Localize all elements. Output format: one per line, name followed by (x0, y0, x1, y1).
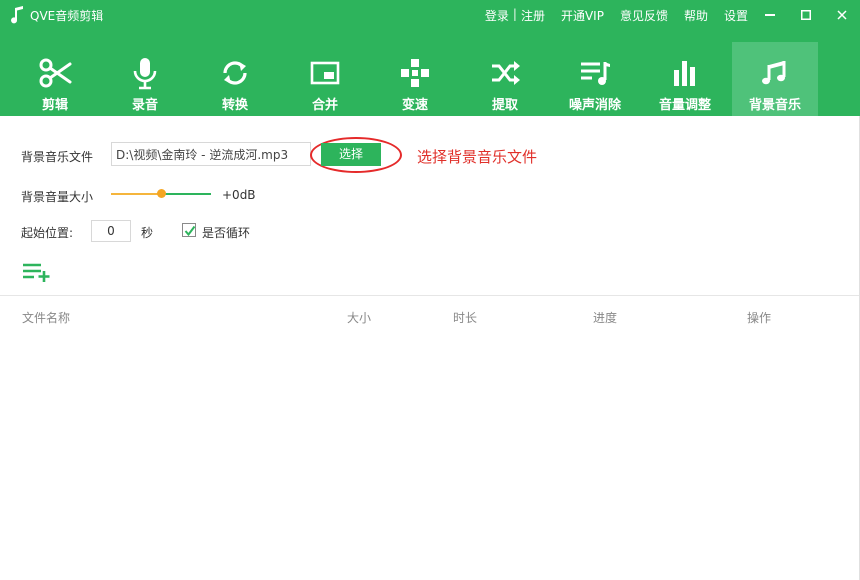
merge-icon (310, 61, 340, 85)
close-icon (837, 10, 847, 20)
tool-merge[interactable]: 合并 (282, 42, 368, 116)
bg-file-label: 背景音乐文件 (21, 150, 94, 164)
maximize-icon (801, 10, 811, 20)
link-separator: | (512, 7, 517, 21)
tool-label: 音量调整 (658, 98, 711, 113)
app-header: QVE音频剪辑 登录 | 注册 开通VIP 意见反馈 帮助 设置 剪辑 录音 转… (0, 0, 860, 116)
column-header-progress: 进度 (593, 311, 618, 325)
start-position-label: 起始位置: (21, 226, 74, 240)
help-link[interactable]: 帮助 (684, 7, 708, 24)
loop-label: 是否循环 (202, 226, 251, 240)
section-divider (0, 295, 860, 296)
tool-label: 噪声消除 (568, 98, 621, 113)
loop-checkbox[interactable] (182, 223, 196, 237)
volume-label: 背景音量大小 (21, 190, 94, 204)
tool-label: 变速 (401, 98, 428, 113)
column-header-actions: 操作 (747, 311, 772, 325)
music-note-icon (762, 61, 786, 85)
tool-convert[interactable]: 转换 (192, 42, 278, 116)
tool-speed[interactable]: 变速 (372, 42, 458, 116)
microphone-icon (133, 58, 157, 90)
slider-thumb[interactable] (157, 189, 166, 198)
convert-icon (223, 61, 247, 85)
file-list (0, 330, 860, 580)
tool-label: 转换 (221, 98, 248, 113)
tool-label: 背景音乐 (748, 98, 801, 113)
slider-fill (111, 193, 161, 195)
volume-adjust-icon (674, 61, 695, 86)
maximize-button[interactable] (788, 0, 824, 30)
start-position-input[interactable]: 0 (91, 220, 131, 242)
seconds-unit: 秒 (141, 226, 154, 240)
vip-link[interactable]: 开通VIP (561, 7, 604, 24)
tool-extract[interactable]: 提取 (462, 42, 548, 116)
tool-noise-removal[interactable]: 噪声消除 (552, 42, 638, 116)
tool-label: 录音 (131, 98, 158, 113)
add-file-list-icon[interactable] (23, 262, 51, 282)
top-links: 登录 | 注册 开通VIP 意见反馈 帮助 设置 (485, 7, 748, 24)
window-controls (752, 0, 860, 30)
feedback-link[interactable]: 意见反馈 (620, 7, 668, 24)
choose-file-button[interactable]: 选择 (321, 143, 381, 166)
register-link[interactable]: 注册 (521, 7, 545, 24)
title-bar: QVE音频剪辑 登录 | 注册 开通VIP 意见反馈 帮助 设置 (0, 0, 860, 30)
minimize-icon (765, 14, 775, 16)
scissors-icon (39, 58, 72, 88)
close-button[interactable] (824, 0, 860, 30)
app-title: QVE音频剪辑 (30, 9, 104, 23)
settings-link[interactable]: 设置 (724, 7, 748, 24)
column-header-filename: 文件名称 (22, 311, 71, 325)
column-header-duration: 时长 (453, 311, 478, 325)
annotation-text: 选择背景音乐文件 (417, 148, 538, 166)
tool-label: 提取 (491, 98, 518, 113)
tool-label: 合并 (311, 98, 338, 113)
music-note-logo-icon (11, 6, 23, 24)
minimize-button[interactable] (752, 0, 788, 30)
main-toolbar: 剪辑 录音 转换 合并 变速 提取 噪声消除 音量调整 背景音乐 (0, 42, 860, 116)
noise-removal-icon (581, 62, 610, 85)
extract-icon (492, 61, 520, 85)
tool-cut[interactable]: 剪辑 (12, 42, 98, 116)
checkmark-icon (184, 225, 196, 237)
speed-icon (401, 59, 429, 87)
tool-volume-adjust[interactable]: 音量调整 (642, 42, 728, 116)
column-header-size: 大小 (347, 311, 372, 325)
volume-slider[interactable] (111, 184, 211, 204)
login-link[interactable]: 登录 (485, 7, 509, 24)
tool-label: 剪辑 (41, 98, 68, 113)
bg-file-path-field[interactable]: D:\视频\金南玲 - 逆流成河.mp3 (111, 142, 311, 166)
tool-record[interactable]: 录音 (102, 42, 188, 116)
tool-background-music[interactable]: 背景音乐 (732, 42, 818, 116)
volume-value: +0dB (222, 188, 256, 202)
